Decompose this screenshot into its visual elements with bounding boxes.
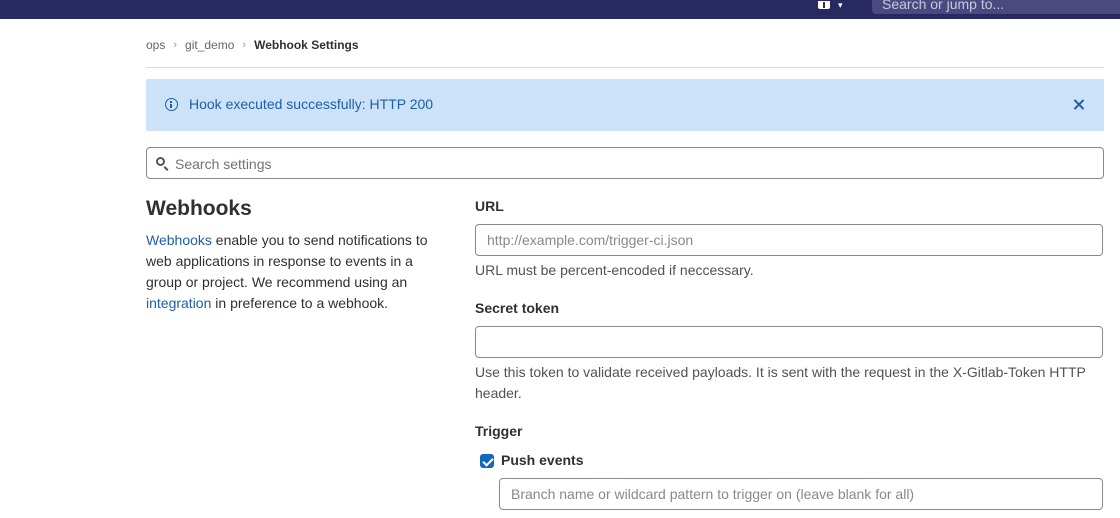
- settings-search: [146, 147, 1104, 179]
- chevron-down-icon: ▾: [838, 0, 843, 10]
- plus-square-icon: [818, 1, 830, 9]
- search-icon: [156, 157, 165, 166]
- secret-token-help-text: Use this token to validate received payl…: [475, 364, 1086, 401]
- secret-token-input[interactable]: [475, 326, 1103, 358]
- section-description: Webhooks enable you to send notification…: [146, 230, 436, 314]
- breadcrumb-item-current[interactable]: Webhook Settings: [254, 38, 358, 52]
- url-label: URL: [475, 198, 504, 214]
- divider: [146, 67, 1104, 68]
- global-search-input[interactable]: Search or jump to...: [872, 0, 1120, 14]
- push-events-label[interactable]: Push events: [501, 452, 583, 468]
- url-help-text: URL must be percent-encoded if neccessar…: [475, 262, 754, 278]
- breadcrumb: ops › git_demo › Webhook Settings: [146, 37, 359, 53]
- chevron-right-icon: ›: [173, 39, 178, 51]
- breadcrumb-item-ops[interactable]: ops: [146, 38, 165, 52]
- section-title: Webhooks: [146, 197, 252, 220]
- description-text-2: in preference to a webhook.: [211, 295, 389, 311]
- integration-link[interactable]: integration: [146, 295, 211, 311]
- breadcrumb-item-git-demo[interactable]: git_demo: [185, 38, 234, 52]
- top-navbar: ▾ Search or jump to...: [0, 0, 1120, 19]
- close-icon[interactable]: [1072, 97, 1086, 111]
- branch-filter-input[interactable]: [499, 478, 1103, 510]
- new-menu-button[interactable]: ▾: [818, 0, 858, 10]
- success-alert: Hook executed successfully: HTTP 200: [146, 79, 1104, 131]
- alert-message: Hook executed successfully: HTTP 200: [189, 96, 434, 112]
- push-events-checkbox[interactable]: [480, 454, 494, 468]
- chevron-right-icon: ›: [242, 39, 247, 51]
- url-input[interactable]: [475, 224, 1103, 256]
- global-search-placeholder: Search or jump to...: [882, 0, 1005, 12]
- trigger-label: Trigger: [475, 423, 523, 439]
- webhooks-description: Webhooks Webhooks enable you to send not…: [146, 196, 436, 314]
- webhooks-docs-link[interactable]: Webhooks: [146, 232, 212, 248]
- search-settings-input[interactable]: [173, 149, 1077, 179]
- secret-token-label: Secret token: [475, 300, 560, 316]
- info-icon: [165, 98, 178, 111]
